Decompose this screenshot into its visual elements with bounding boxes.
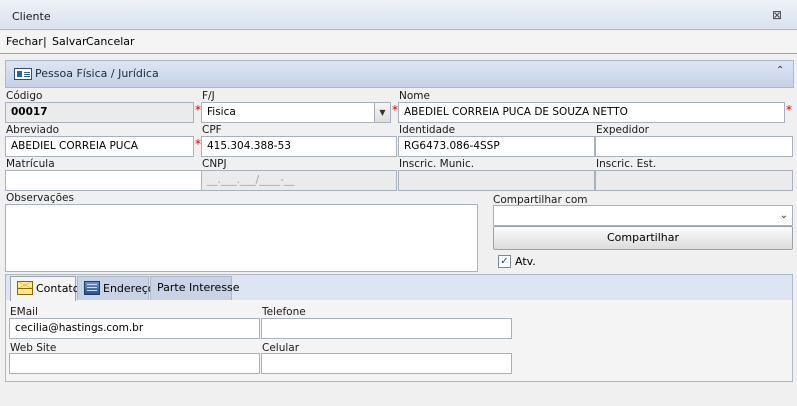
fj-select[interactable]: Fisica ▼	[201, 102, 391, 123]
observacoes-label: Observações	[6, 192, 74, 204]
expedidor-label: Expedidor	[596, 124, 649, 136]
cancelar-button[interactable]: Cancelar	[86, 35, 135, 48]
website-field[interactable]	[9, 353, 260, 374]
cnpj-label: CNPJ	[202, 158, 227, 170]
dropdown-arrow-icon[interactable]: ▼	[374, 103, 390, 122]
identidade-label: Identidade	[399, 124, 456, 136]
inscric-est-label: Inscric. Est.	[596, 158, 657, 170]
chevron-down-icon[interactable]: ⌄	[776, 206, 792, 225]
abreviado-label: Abreviado	[6, 124, 60, 136]
tab-endereco-label: Endereço	[103, 282, 155, 295]
tab-contato[interactable]: Contato	[10, 276, 80, 301]
email-label: EMail	[10, 306, 38, 318]
codigo-label: Código	[6, 90, 43, 102]
envelope-icon	[17, 281, 33, 295]
celular-field[interactable]	[261, 353, 512, 374]
window-title-bar: Cliente ⊠	[0, 0, 797, 30]
compartilhar-com-select[interactable]: ⌄	[493, 205, 793, 226]
panel-header[interactable]: Pessoa Física / Jurídica ⌃	[5, 60, 794, 88]
salvar-button[interactable]: Salvar	[52, 35, 87, 48]
atv-label: Atv.	[515, 255, 536, 268]
id-card-icon	[14, 68, 32, 80]
compartilhar-button[interactable]: Compartilhar	[493, 226, 793, 250]
toolbar: Fechar | Salvar Cancelar	[0, 31, 797, 53]
tab-contato-label: Contato	[36, 282, 80, 295]
codigo-field[interactable]: 00017	[5, 102, 194, 123]
inscric-est-field[interactable]	[595, 170, 793, 191]
observacoes-textarea[interactable]	[5, 204, 478, 272]
toolbar-separator: |	[43, 35, 47, 48]
telefone-field[interactable]	[261, 318, 512, 339]
abreviado-field[interactable]: ABEDIEL CORREIA PUCA	[5, 136, 194, 157]
close-x-icon[interactable]: ⊠	[770, 8, 784, 22]
fj-label: F/J	[202, 90, 215, 102]
matricula-field[interactable]	[5, 170, 202, 191]
atv-checkbox[interactable]: ✓	[498, 255, 511, 268]
fj-value: Fisica	[207, 106, 236, 118]
window-title: Cliente	[12, 10, 51, 23]
matricula-label: Matrícula	[6, 158, 55, 170]
tab-endereco[interactable]: Endereço	[77, 276, 155, 300]
cnpj-field[interactable]: __.___.___/____-__	[201, 170, 397, 191]
cpf-label: CPF	[202, 124, 222, 136]
nome-field[interactable]: ABEDIEL CORREIA PUCA DE SOUZA NETTO	[398, 102, 785, 123]
required-marker: *	[786, 103, 792, 117]
inscric-munic-label: Inscric. Munic.	[399, 158, 475, 170]
panel-title: Pessoa Física / Jurídica	[35, 67, 159, 80]
chevron-up-icon[interactable]: ⌃	[776, 65, 784, 76]
cpf-field[interactable]: 415.304.388-53	[201, 136, 397, 157]
telefone-label: Telefone	[262, 306, 306, 318]
building-icon	[84, 281, 100, 295]
status-strip	[0, 384, 797, 406]
identidade-field[interactable]: RG6473.086-4SSP	[398, 136, 595, 157]
fechar-button[interactable]: Fechar	[6, 35, 43, 48]
tab-parte-interesse-label: Parte Interesse	[157, 281, 240, 294]
tab-parte-interesse[interactable]: Parte Interesse	[150, 276, 240, 300]
email-field[interactable]: cecilia@hastings.com.br	[9, 318, 260, 339]
nome-label: Nome	[399, 90, 430, 102]
inscric-munic-field[interactable]	[398, 170, 595, 191]
expedidor-field[interactable]	[595, 136, 793, 157]
